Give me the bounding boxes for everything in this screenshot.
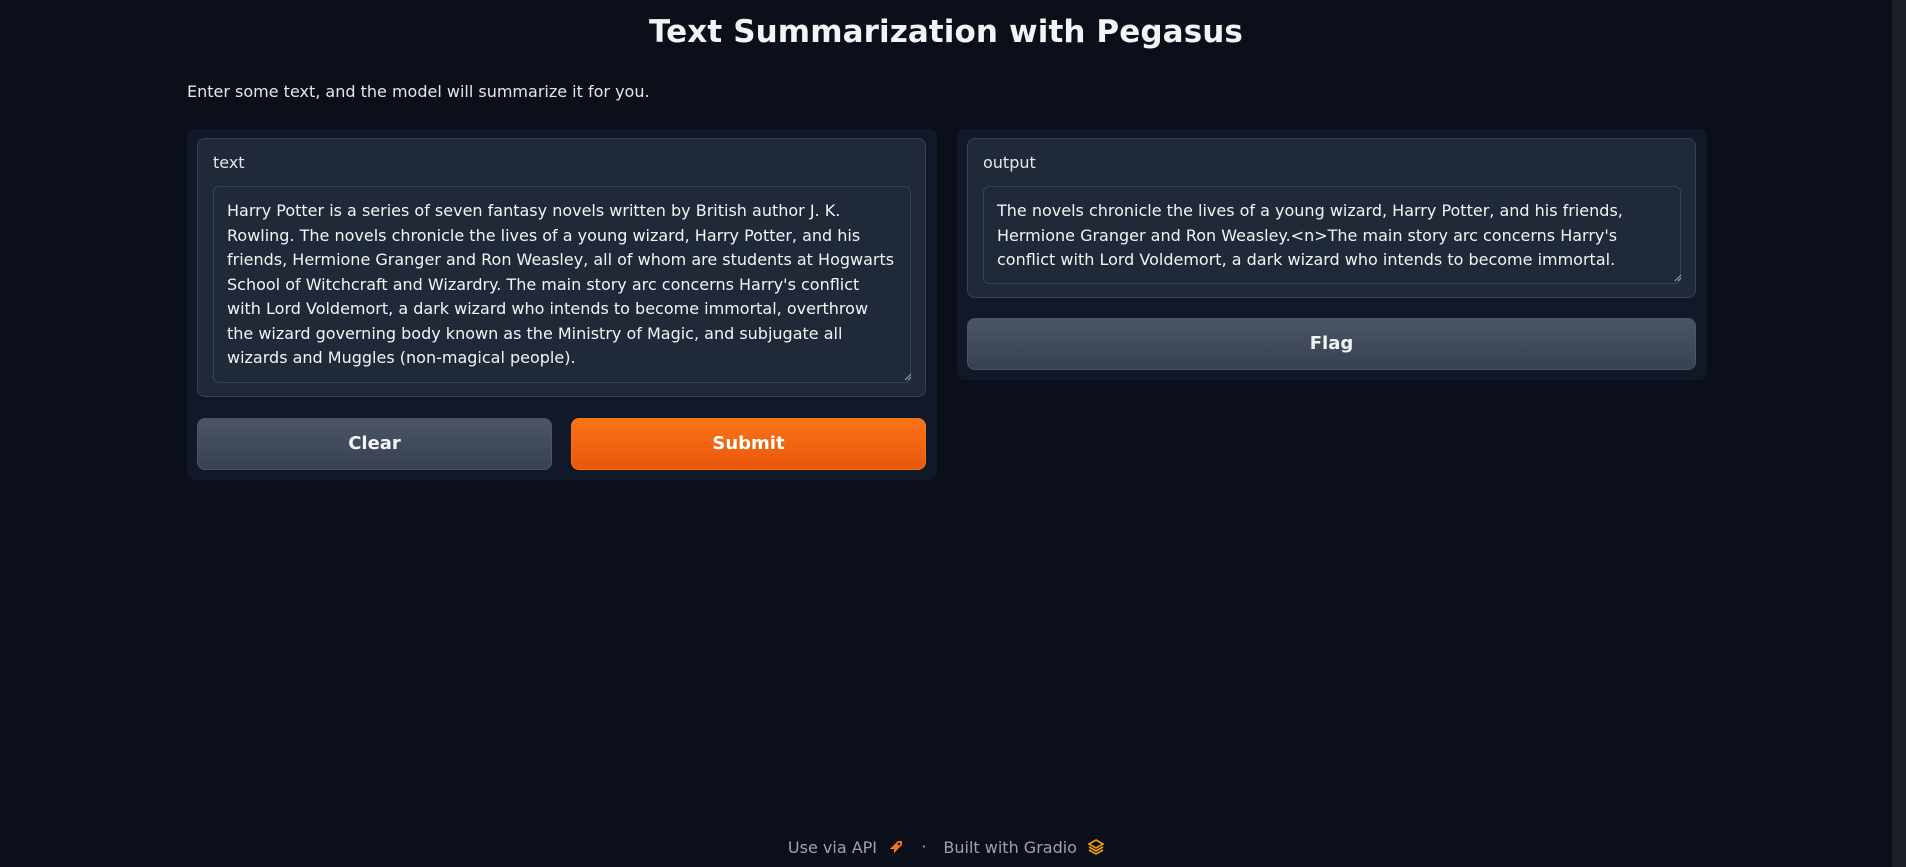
- output-label: output: [983, 153, 1036, 172]
- text-input-block: text Harry Potter is a series of seven f…: [197, 138, 926, 397]
- text-input-label: text: [213, 153, 245, 172]
- flag-button[interactable]: Flag: [967, 318, 1696, 370]
- scrollbar[interactable]: [1892, 0, 1906, 867]
- output-field[interactable]: The novels chronicle the lives of a youn…: [983, 186, 1681, 284]
- footer-separator: ·: [921, 837, 927, 856]
- page-title: Text Summarization with Pegasus: [649, 14, 1243, 50]
- output-block: output The novels chronicle the lives of…: [967, 138, 1696, 298]
- rocket-icon: [890, 841, 903, 853]
- page-description: Enter some text, and the model will summ…: [187, 82, 650, 101]
- use-via-api-label: Use via API: [787, 837, 878, 857]
- text-input-field[interactable]: Harry Potter is a series of seven fantas…: [213, 186, 911, 383]
- built-with-gradio-link[interactable]: Built with Gradio: [943, 837, 1105, 857]
- use-via-api-link[interactable]: Use via API: [787, 837, 909, 857]
- output-panel: output The novels chronicle the lives of…: [957, 129, 1707, 380]
- clear-button[interactable]: Clear: [197, 418, 552, 470]
- gradio-logo-icon: [1087, 839, 1105, 855]
- resize-grip-icon[interactable]: [904, 373, 912, 381]
- footer: Use via API · Built with Gradio: [0, 836, 1892, 857]
- submit-button[interactable]: Submit: [571, 418, 926, 470]
- resize-grip-icon[interactable]: [1674, 274, 1682, 282]
- input-panel: text Harry Potter is a series of seven f…: [187, 129, 937, 480]
- built-with-gradio-label: Built with Gradio: [943, 837, 1077, 857]
- page: Text Summarization with Pegasus Enter so…: [0, 0, 1906, 867]
